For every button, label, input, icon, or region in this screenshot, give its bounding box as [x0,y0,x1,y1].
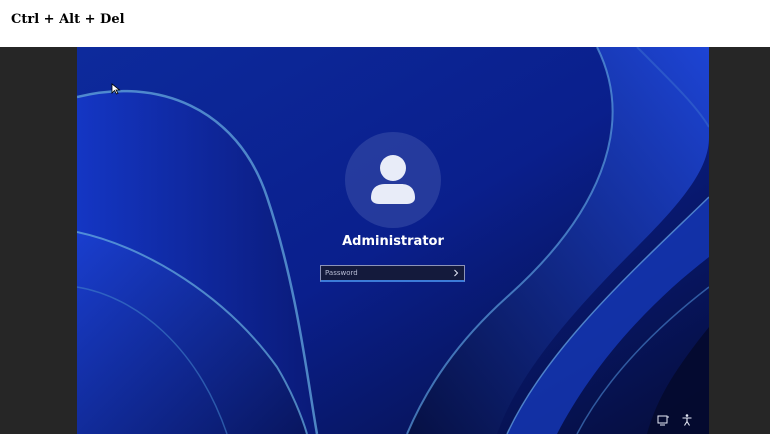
username-label: Administrator [342,234,444,249]
network-button[interactable] [656,413,670,427]
accessibility-button[interactable] [680,413,694,427]
submit-button[interactable] [449,266,463,280]
remote-screen[interactable]: Administrator [77,47,709,434]
toolbar: Ctrl + Alt + Del [0,0,770,47]
user-icon [371,155,415,204]
password-box [320,265,465,282]
network-icon [657,415,669,426]
arrow-right-icon [454,269,459,277]
avatar [345,132,441,228]
password-input[interactable] [321,266,449,280]
ctrl-alt-del-button[interactable]: Ctrl + Alt + Del [11,12,125,27]
mouse-cursor-icon [111,83,121,95]
remote-viewer: Administrator [0,47,770,434]
accessibility-icon [682,414,692,426]
